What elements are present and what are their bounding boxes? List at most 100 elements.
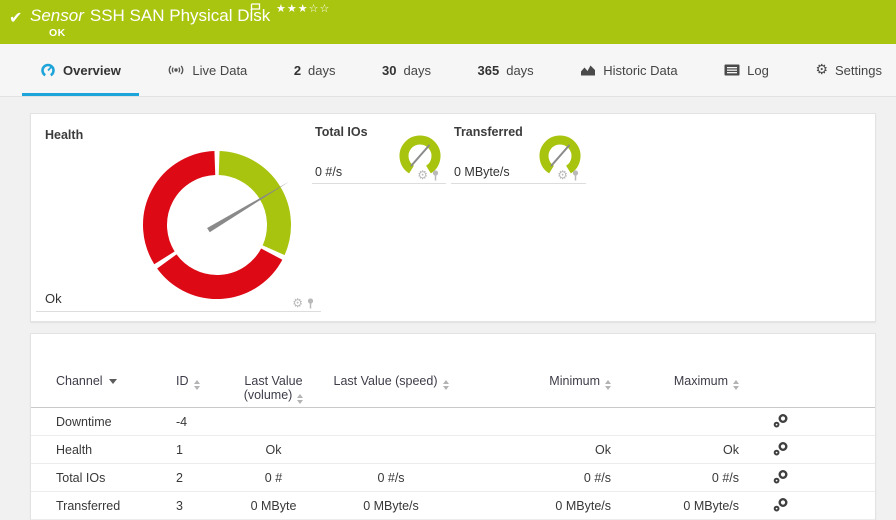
minimum-value: 0 #/s [583, 470, 611, 485]
edit-channel-icon[interactable] [773, 469, 789, 487]
tab-overview[interactable]: Overview [22, 44, 139, 96]
total-ios-value: 0 #/s [315, 165, 343, 179]
tab-bar: Overview Live Data 2 days 30 days 365 da… [0, 44, 896, 97]
maximum-value: 0 MByte/s [683, 498, 739, 513]
sort-icon [193, 380, 200, 390]
col-header-maximum-label: Maximum [673, 374, 728, 388]
transferred-value: 0 MByte/s [454, 165, 510, 179]
tab-365-days-number: 365 [477, 62, 500, 78]
col-header-last-volume-line1: Last Value [244, 374, 303, 388]
priority-stars[interactable]: ★★★☆☆ [276, 2, 330, 15]
last-value-speed: 0 #/s [377, 470, 405, 485]
status-badge: OK [49, 27, 66, 39]
tab-2-days[interactable]: 2 days [284, 44, 346, 96]
tab-live-data[interactable]: Live Data [157, 44, 257, 96]
channel-name[interactable]: Transferred [56, 499, 176, 513]
gauge-needle [550, 144, 570, 167]
health-gauge-status: Ok [45, 291, 62, 306]
sort-desc-icon [108, 379, 117, 384]
channel-name[interactable]: Downtime [56, 415, 176, 429]
status-check-icon: ✔ [9, 8, 23, 27]
maximum-value: 0 #/s [711, 470, 739, 485]
col-header-id-label: ID [176, 374, 189, 388]
health-gauge-tile: Health Ok ⚙ [36, 122, 321, 312]
total-ios-title: Total IOs [315, 125, 368, 139]
tab-30-days[interactable]: 30 days [372, 44, 441, 96]
col-header-last-speed[interactable]: Last Value (speed) [321, 374, 461, 390]
col-header-last-volume-line2: (volume) [243, 388, 293, 402]
col-header-minimum[interactable]: Minimum [461, 374, 611, 390]
col-header-maximum[interactable]: Maximum [611, 374, 739, 390]
table-row-transferred: Transferred 3 0 MByte 0 MByte/s 0 MByte/… [31, 492, 875, 520]
table-row-total-ios: Total IOs 2 0 # 0 #/s 0 #/s 0 #/s [31, 464, 875, 492]
log-icon [724, 64, 740, 76]
minimum-value: Ok [595, 442, 611, 457]
table-row-downtime: Downtime -4 [31, 408, 875, 436]
object-type-label: Sensor [30, 6, 84, 25]
page-title: Sensor SSH SAN Physical Disk [30, 6, 270, 26]
channel-table-header: Channel ID Last Value (volume) Last Valu… [31, 334, 875, 408]
stars-empty: ☆☆ [308, 2, 331, 15]
transferred-title: Transferred [454, 125, 523, 139]
gauge-needle [410, 144, 430, 167]
tab-log-label: Log [747, 62, 769, 78]
sensor-name: SSH SAN Physical Disk [89, 6, 271, 25]
tab-30-days-label: days [403, 62, 431, 78]
channel-id: 2 [176, 470, 183, 485]
tab-historic-data-label: Historic Data [603, 62, 678, 78]
tab-settings-label: Settings [834, 62, 882, 78]
flag-icon[interactable] [250, 3, 261, 21]
col-header-last-speed-label: Last Value (speed) [333, 374, 438, 388]
sort-icon [733, 380, 739, 390]
health-gauge-title: Health [45, 128, 84, 142]
tab-365-days-label: days [506, 62, 534, 78]
channel-name[interactable]: Health [56, 443, 176, 457]
pin-icon[interactable] [431, 169, 440, 181]
last-value-volume: Ok [265, 442, 282, 457]
last-value-speed: 0 MByte/s [363, 498, 419, 513]
col-header-minimum-label: Minimum [549, 374, 600, 388]
tab-2-days-number: 2 [293, 62, 302, 78]
maximum-value: Ok [723, 442, 739, 457]
total-ios-gauge-tile: Total IOs 0 #/s ⚙ [312, 122, 446, 184]
pin-icon[interactable] [306, 297, 315, 309]
sort-icon [442, 380, 449, 390]
edit-channel-icon[interactable] [773, 497, 789, 515]
pin-icon[interactable] [571, 169, 580, 181]
gear-icon: ⚙ [815, 62, 828, 78]
transferred-tile-actions: ⚙ [557, 169, 580, 181]
total-ios-tile-actions: ⚙ [417, 169, 440, 181]
tab-live-data-label: Live Data [192, 62, 248, 78]
col-header-last-volume[interactable]: Last Value (volume) [226, 374, 321, 404]
transferred-gauge-tile: Transferred 0 MByte/s ⚙ [451, 122, 586, 184]
col-header-channel[interactable]: Channel [56, 374, 176, 388]
last-value-volume: 0 MByte [250, 498, 297, 513]
gauge-settings-gear-icon[interactable]: ⚙ [557, 169, 568, 181]
last-value-volume: 0 # [264, 470, 283, 485]
col-header-id[interactable]: ID [176, 374, 226, 390]
area-chart-icon [581, 65, 596, 75]
sort-icon [297, 394, 304, 404]
channel-table-panel: Channel ID Last Value (volume) Last Valu… [30, 333, 876, 520]
edit-channel-icon[interactable] [773, 441, 789, 459]
tab-historic-data[interactable]: Historic Data [570, 44, 687, 96]
prtg-sensor-page: ✔ Sensor SSH SAN Physical Disk ★★★☆☆ OK O… [0, 0, 896, 520]
gauge-settings-gear-icon[interactable]: ⚙ [292, 297, 303, 309]
tab-log[interactable]: Log [714, 44, 779, 96]
col-header-channel-label: Channel [56, 374, 103, 388]
stars-filled: ★★★ [276, 2, 309, 15]
tab-overview-label: Overview [63, 62, 121, 78]
edit-channel-icon[interactable] [773, 413, 789, 431]
channel-id: 3 [176, 498, 183, 513]
channel-name[interactable]: Total IOs [56, 471, 176, 485]
live-data-icon [169, 65, 184, 75]
channel-id: -4 [176, 414, 188, 429]
tab-settings[interactable]: ⚙ Settings [805, 44, 892, 96]
tab-365-days[interactable]: 365 days [468, 44, 544, 96]
channel-id: 1 [176, 442, 183, 457]
health-gauge [143, 151, 291, 299]
tab-30-days-number: 30 [382, 62, 397, 78]
gauge-icon [41, 63, 55, 77]
gauge-settings-gear-icon[interactable]: ⚙ [417, 169, 428, 181]
minimum-value: 0 MByte/s [555, 498, 611, 513]
